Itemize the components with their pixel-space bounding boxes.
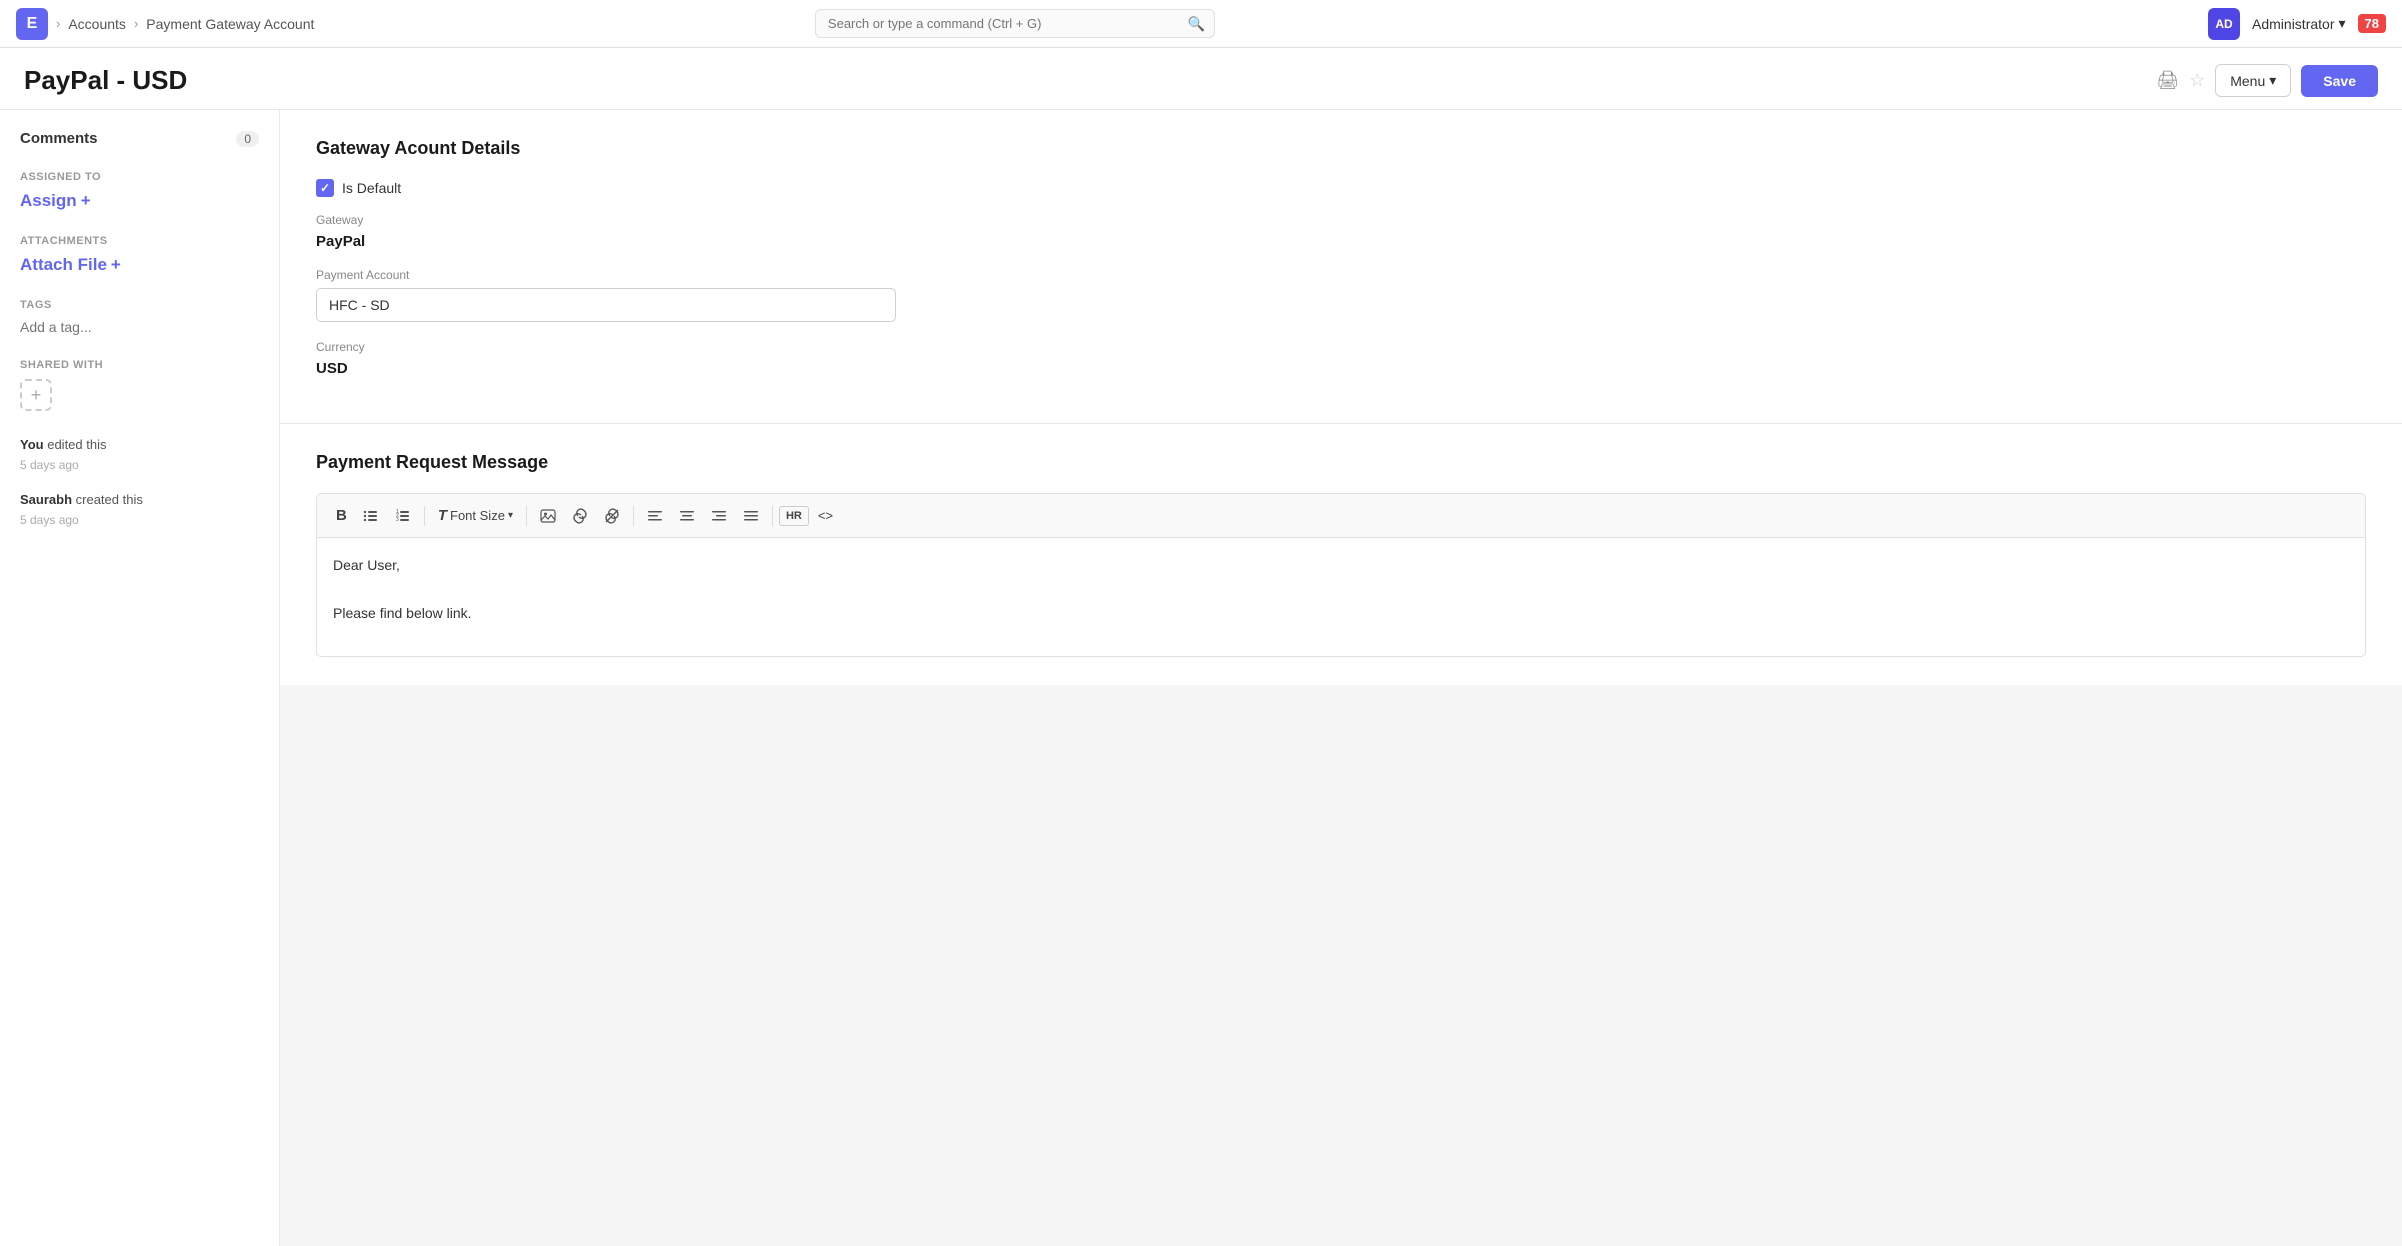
svg-text:3: 3 bbox=[396, 517, 399, 523]
payment-request-title: Payment Request Message bbox=[316, 452, 2366, 473]
comments-row: Comments 0 bbox=[20, 130, 259, 147]
gateway-field: Gateway PayPal bbox=[316, 213, 2366, 250]
shared-plus-icon: + bbox=[31, 385, 42, 406]
is-default-label: Is Default bbox=[342, 180, 401, 196]
attach-file-button[interactable]: Attach File + bbox=[20, 255, 259, 275]
rte-align-left-button[interactable] bbox=[640, 503, 670, 529]
sidebar-activity-section: You edited this 5 days ago Saurabh creat… bbox=[20, 435, 259, 529]
activity-actor-0: You bbox=[20, 437, 44, 452]
topbar-right: AD Administrator ▾ 78 bbox=[2208, 8, 2386, 40]
menu-dropdown-icon: ▾ bbox=[2269, 72, 2276, 89]
breadcrumb-chevron-2: › bbox=[134, 16, 138, 31]
breadcrumb-accounts[interactable]: Accounts bbox=[68, 16, 126, 32]
attach-plus-icon: + bbox=[111, 255, 121, 275]
save-button[interactable]: Save bbox=[2301, 65, 2378, 97]
topbar: E › Accounts › Payment Gateway Account 🔍… bbox=[0, 0, 2402, 48]
currency-field: Currency USD bbox=[316, 340, 2366, 377]
rte-justify-button[interactable] bbox=[736, 503, 766, 529]
is-default-row: Is Default bbox=[316, 179, 2366, 197]
print-button[interactable]: 🖨 bbox=[2156, 70, 2179, 91]
sidebar-tags-section: TAGS bbox=[20, 299, 259, 335]
gateway-section-title: Gateway Acount Details bbox=[316, 138, 2366, 159]
payment-request-section: Payment Request Message B 123 T Font Siz… bbox=[280, 424, 2402, 685]
sidebar-assigned-section: ASSIGNED TO Assign + bbox=[20, 171, 259, 211]
search-input[interactable] bbox=[815, 9, 1215, 38]
rte-hr-button[interactable]: HR bbox=[779, 506, 809, 526]
page-header: PayPal - USD 🖨 ☆ Menu ▾ Save bbox=[0, 48, 2402, 110]
page-actions: 🖨 ☆ Menu ▾ Save bbox=[2156, 64, 2378, 97]
notification-badge[interactable]: 78 bbox=[2358, 14, 2386, 33]
rte-ul-button[interactable] bbox=[356, 503, 386, 529]
rte-align-right-button[interactable] bbox=[704, 503, 734, 529]
rte-divider-4 bbox=[772, 506, 773, 526]
rte-divider-2 bbox=[526, 506, 527, 526]
assigned-to-label: ASSIGNED TO bbox=[20, 171, 259, 183]
rte-unlink-button[interactable] bbox=[597, 503, 627, 529]
rte-code-button[interactable]: <> bbox=[811, 503, 840, 528]
rte-toolbar: B 123 T Font Size ▾ bbox=[316, 493, 2366, 537]
user-menu[interactable]: Administrator ▾ bbox=[2252, 15, 2346, 32]
rte-line-1: Dear User, bbox=[333, 554, 2349, 578]
payment-account-label: Payment Account bbox=[316, 268, 2366, 282]
page-title: PayPal - USD bbox=[24, 65, 187, 96]
activity-action-0: edited this bbox=[47, 437, 106, 452]
currency-value: USD bbox=[316, 360, 2366, 377]
payment-account-field: Payment Account bbox=[316, 268, 2366, 322]
activity-actor-1: Saurabh bbox=[20, 492, 72, 507]
user-dropdown-icon: ▾ bbox=[2338, 15, 2345, 32]
main-layout: Comments 0 ASSIGNED TO Assign + ATTACHME… bbox=[0, 110, 2402, 1246]
currency-label: Currency bbox=[316, 340, 2366, 354]
activity-time-1: 5 days ago bbox=[20, 513, 79, 527]
attachments-label: ATTACHMENTS bbox=[20, 235, 259, 247]
is-default-checkbox[interactable] bbox=[316, 179, 334, 197]
favorite-button[interactable]: ☆ bbox=[2189, 70, 2205, 91]
gateway-label: Gateway bbox=[316, 213, 2366, 227]
avatar: AD bbox=[2208, 8, 2240, 40]
activity-item-0: You edited this 5 days ago bbox=[20, 435, 259, 474]
breadcrumb-chevron-1: › bbox=[56, 16, 60, 31]
rte-divider-3 bbox=[633, 506, 634, 526]
sidebar-shared-section: SHARED WITH + bbox=[20, 359, 259, 411]
app-logo: E bbox=[16, 8, 48, 40]
rte-link-button[interactable] bbox=[565, 503, 595, 529]
activity-time-0: 5 days ago bbox=[20, 458, 79, 472]
rte-image-button[interactable] bbox=[533, 503, 563, 529]
gateway-section: Gateway Acount Details Is Default Gatewa… bbox=[280, 110, 2402, 424]
assign-button[interactable]: Assign + bbox=[20, 191, 259, 211]
payment-account-input[interactable] bbox=[316, 288, 896, 322]
activity-action-1: created this bbox=[76, 492, 143, 507]
content-area: Gateway Acount Details Is Default Gatewa… bbox=[280, 110, 2402, 1246]
rte-fontsize-button[interactable]: T Font Size ▾ bbox=[431, 502, 520, 529]
rte-align-center-button[interactable] bbox=[672, 503, 702, 529]
assign-plus-icon: + bbox=[81, 191, 91, 211]
sidebar: Comments 0 ASSIGNED TO Assign + ATTACHME… bbox=[0, 110, 280, 1246]
menu-button[interactable]: Menu ▾ bbox=[2215, 64, 2291, 97]
comments-label: Comments bbox=[20, 130, 98, 147]
tags-label: TAGS bbox=[20, 299, 259, 311]
shared-with-label: SHARED WITH bbox=[20, 359, 259, 371]
rte-line-2: Please find below link. bbox=[333, 602, 2349, 626]
shared-add-button[interactable]: + bbox=[20, 379, 52, 411]
sidebar-comments-section: Comments 0 bbox=[20, 130, 259, 147]
activity-item-1: Saurabh created this 5 days ago bbox=[20, 490, 259, 529]
search-bar: 🔍 bbox=[815, 9, 1215, 38]
comments-count: 0 bbox=[236, 131, 259, 147]
rte-divider-1 bbox=[424, 506, 425, 526]
rte-bold-button[interactable]: B bbox=[329, 502, 354, 529]
breadcrumb-payment-gateway[interactable]: Payment Gateway Account bbox=[146, 16, 314, 32]
search-icon: 🔍 bbox=[1187, 15, 1204, 32]
tag-input[interactable] bbox=[20, 319, 201, 335]
rte-content[interactable]: Dear User, Please find below link. bbox=[316, 537, 2366, 657]
rte-ol-button[interactable]: 123 bbox=[388, 503, 418, 529]
sidebar-attachments-section: ATTACHMENTS Attach File + bbox=[20, 235, 259, 275]
gateway-value: PayPal bbox=[316, 233, 2366, 250]
